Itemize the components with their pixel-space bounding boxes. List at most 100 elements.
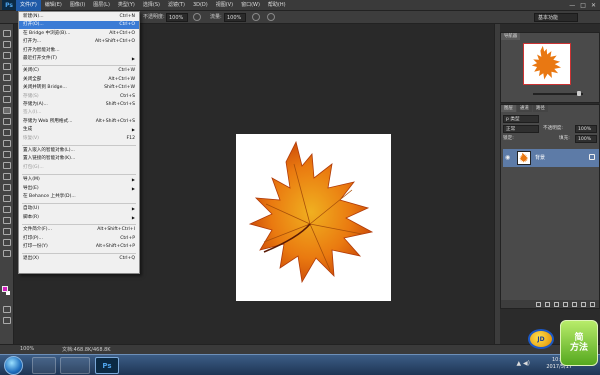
menu-image[interactable]: 图像(I) <box>66 0 89 11</box>
blend-mode-select[interactable]: 正常 <box>503 125 539 133</box>
start-button[interactable] <box>4 356 23 375</box>
navigator-thumbnail[interactable] <box>523 43 571 85</box>
menu-select[interactable]: 选择(S) <box>139 0 164 11</box>
layer-filter-kind[interactable]: p 类型 <box>503 115 539 123</box>
layer-opacity-field[interactable]: 100% <box>575 125 597 133</box>
navigator-panel: 导航器 <box>500 32 600 103</box>
file-menu-item[interactable]: 存储为 Web 所用格式... Alt+Shift+Ctrl+S <box>19 118 139 126</box>
file-menu-item[interactable]: 自动(U) ▶ <box>19 205 139 213</box>
close-button[interactable]: ✕ <box>591 0 596 11</box>
extra-tools-icon[interactable] <box>3 250 11 257</box>
file-menu-item[interactable]: 关闭全部 Alt+Ctrl+W <box>19 76 139 84</box>
zoom-readout[interactable]: 100% <box>20 346 34 352</box>
layer-row-background[interactable]: ◉ 背景 <box>503 149 599 167</box>
file-menu-item[interactable]: 退出(X) Ctrl+Q <box>19 255 139 263</box>
new-layer-icon[interactable] <box>581 301 586 307</box>
pen-tool-icon[interactable] <box>3 184 11 191</box>
visibility-eye-icon[interactable]: ◉ <box>505 154 512 161</box>
opacity-field[interactable]: 100% <box>166 13 188 22</box>
file-menu-item[interactable]: 导出(E) ▶ <box>19 185 139 193</box>
hand-tool-icon[interactable] <box>3 228 11 235</box>
foreground-color-swatch[interactable] <box>2 286 8 292</box>
crop-tool-icon[interactable] <box>3 74 11 81</box>
file-menu-item[interactable]: 打印(P)... Ctrl+P <box>19 235 139 243</box>
menu-filter[interactable]: 滤镜(T) <box>164 0 189 11</box>
dodge-tool-icon[interactable] <box>3 173 11 180</box>
file-menu-item[interactable]: 打开为... Alt+Shift+Ctrl+O <box>19 38 139 46</box>
delete-layer-icon[interactable] <box>590 301 595 307</box>
tab-paths[interactable]: 路径 <box>533 105 548 112</box>
menu-item-label: 导入(M) <box>23 177 40 183</box>
layer-mask-icon[interactable] <box>554 301 559 307</box>
airbrush-icon[interactable] <box>252 13 260 21</box>
file-menu-item[interactable]: 新建(N)... Ctrl+N <box>19 13 139 21</box>
eraser-tool-icon[interactable] <box>3 140 11 147</box>
menu-layer[interactable]: 图层(L) <box>89 0 114 11</box>
type-tool-icon[interactable] <box>3 195 11 202</box>
file-menu-item[interactable]: 生成 ▶ <box>19 126 139 134</box>
menu-view[interactable]: 视图(V) <box>212 0 237 11</box>
file-menu-item[interactable]: 在 Behance 上共享(D)... <box>19 193 139 201</box>
file-menu-item[interactable]: 打开为智能对象... <box>19 47 139 55</box>
fill-field[interactable]: 100% <box>575 135 597 143</box>
menu-edit[interactable]: 编辑(E) <box>41 0 66 11</box>
quick-mask-icon[interactable] <box>3 306 11 313</box>
adjustment-layer-icon[interactable] <box>563 301 568 307</box>
file-menu-item[interactable]: 脚本(R) ▶ <box>19 214 139 222</box>
file-menu-item[interactable]: 最近打开文件(T) ▶ <box>19 55 139 63</box>
file-menu-item[interactable]: 文件简介(F)... Alt+Shift+Ctrl+I <box>19 226 139 234</box>
menu-item-label: 签入(I)... <box>23 110 42 116</box>
file-menu-item[interactable]: 导入(M) ▶ <box>19 176 139 184</box>
menu-type[interactable]: 类型(Y) <box>114 0 139 11</box>
gradient-tool-icon[interactable] <box>3 151 11 158</box>
flow-field[interactable]: 100% <box>224 13 246 22</box>
clone-stamp-tool-icon[interactable] <box>3 118 11 125</box>
brush-tool-icon[interactable] <box>3 107 11 114</box>
maximize-button[interactable]: □ <box>580 0 586 11</box>
menu-file[interactable]: 文件(F) <box>16 0 41 11</box>
pressure-opacity-icon[interactable] <box>193 13 201 21</box>
zoom-tool-icon[interactable] <box>3 239 11 246</box>
workspace-select[interactable]: 基本功能 <box>534 13 578 22</box>
new-group-icon[interactable] <box>572 301 577 307</box>
file-menu-item[interactable]: 关闭(C) Ctrl+W <box>19 67 139 75</box>
eyedropper-tool-icon[interactable] <box>3 85 11 92</box>
shape-tool-icon[interactable] <box>3 217 11 224</box>
quick-select-tool-icon[interactable] <box>3 63 11 70</box>
tab-layers[interactable]: 图层 <box>501 105 516 112</box>
taskbar-photoshop-icon[interactable]: Ps <box>95 357 119 374</box>
layer-style-icon[interactable] <box>545 301 550 307</box>
move-tool-icon[interactable] <box>3 30 11 37</box>
file-menu-item[interactable]: 关闭并转到 Bridge... Shift+Ctrl+W <box>19 84 139 92</box>
tab-navigator[interactable]: 导航器 <box>501 33 521 40</box>
file-menu-item[interactable]: 打印一份(Y) Alt+Shift+Ctrl+P <box>19 243 139 251</box>
blur-tool-icon[interactable] <box>3 162 11 169</box>
lasso-tool-icon[interactable] <box>3 52 11 59</box>
document-canvas[interactable] <box>236 134 391 301</box>
healing-brush-tool-icon[interactable] <box>3 96 11 103</box>
zoom-slider-knob[interactable] <box>577 91 581 96</box>
path-select-tool-icon[interactable] <box>3 206 11 213</box>
pressure-size-icon[interactable] <box>267 13 275 21</box>
file-menu-item[interactable]: 置入嵌入的智能对象(L)... <box>19 147 139 155</box>
menu-window[interactable]: 窗口(W) <box>237 0 264 11</box>
file-menu-item[interactable]: 在 Bridge 中浏览(B)... Alt+Ctrl+O <box>19 30 139 38</box>
zoom-slider[interactable] <box>533 91 583 96</box>
file-menu-item[interactable]: 打开(O)... Ctrl+O <box>19 21 139 30</box>
taskbar-ie-icon[interactable] <box>32 357 56 374</box>
history-brush-tool-icon[interactable] <box>3 129 11 136</box>
screen-mode-icon[interactable] <box>3 317 11 324</box>
marquee-tool-icon[interactable] <box>3 41 11 48</box>
file-menu-item[interactable]: 存储为(A)... Shift+Ctrl+S <box>19 101 139 109</box>
menu-3d[interactable]: 3D(D) <box>189 0 212 11</box>
file-menu-item[interactable]: 置入链接的智能对象(K)... <box>19 155 139 163</box>
menu-item-label: 置入链接的智能对象(K)... <box>23 156 76 162</box>
system-tray[interactable]: ▲ ◀) <box>517 360 530 367</box>
menu-item-label: 存储(S) <box>23 93 39 99</box>
taskbar-explorer-icon[interactable] <box>60 357 90 374</box>
link-layers-icon[interactable] <box>536 301 541 307</box>
tab-channels[interactable]: 通道 <box>517 105 532 112</box>
minimize-button[interactable]: — <box>569 0 575 11</box>
menu-separator <box>22 173 136 175</box>
menu-help[interactable]: 帮助(H) <box>264 0 290 11</box>
